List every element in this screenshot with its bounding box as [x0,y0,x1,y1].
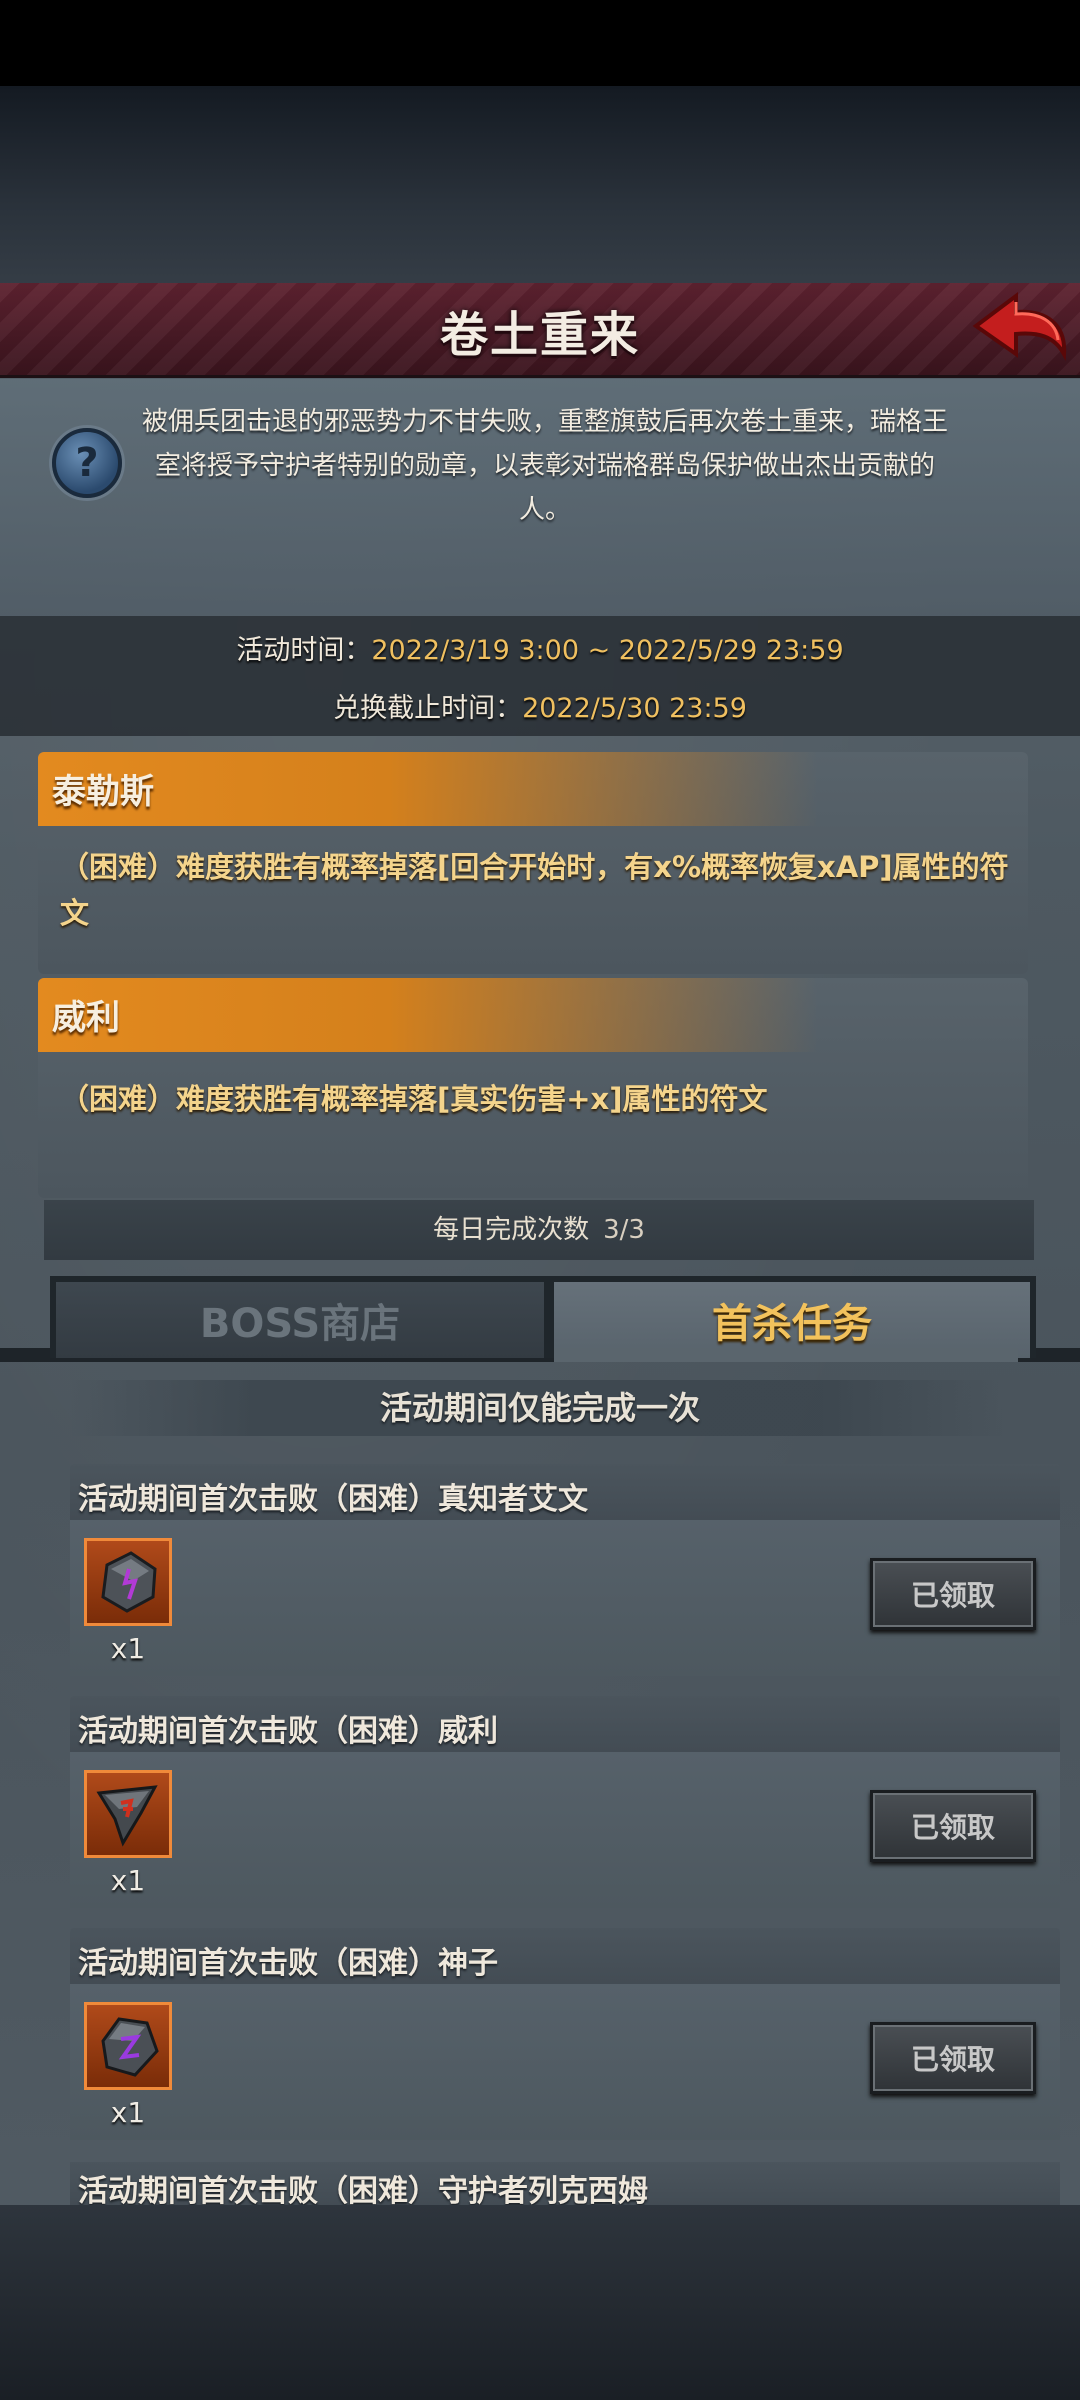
task-title-bar: 活动期间首次击败（困难）神子 [70,1928,1060,1984]
event-time-value: 2022/3/19 3:00 ~ 2022/5/29 23:59 [371,635,844,666]
exchange-time-row: 兑换截止时间：2022/5/30 23:59 [0,686,1080,725]
reward-qty: x1 [110,1632,146,1665]
intro-text: 被佣兵团击退的邪恶势力不甘失败，重整旗鼓后再次卷土重来，瑞格王室将授予守护者特别… [141,407,948,525]
help-icon[interactable]: ? [52,428,122,498]
bottom-backdrop [0,2205,1080,2400]
boss-drop-desc: （困难）难度获胜有概率掉落[真实伤害+x]属性的符文 [60,1082,768,1116]
tab-label: 首杀任务 [712,1301,872,1347]
task-title: 活动期间首次击败（困难）守护者列克西姆 [78,2174,648,2205]
event-time-bar: 活动时间：2022/3/19 3:00 ~ 2022/5/29 23:59 兑换… [0,616,1080,736]
daily-count-value: 3/3 [603,1215,645,1245]
boss-card: 泰勒斯 （困难）难度获胜有概率掉落[回合开始时，有x%概率恢复xAP]属性的符文 [38,752,1028,974]
task-title: 活动期间首次击败（困难）真知者艾文 [78,1482,588,1517]
title-bar: 卷土重来 [0,283,1080,379]
reward-qty: x1 [110,1864,146,1897]
event-time-label: 活动时间： [236,635,372,666]
reward-qty: x1 [110,2096,146,2129]
reward-item-slot[interactable] [84,2002,172,2090]
daily-count-bar: 每日完成次数 3/3 [44,1200,1034,1260]
claimed-button[interactable]: 已领取 [870,1558,1036,1630]
boss-name-bar [38,978,818,1052]
back-button[interactable] [970,288,1070,370]
back-arrow-icon [972,292,1067,361]
boss-name-bar [38,752,818,826]
exchange-time-label: 兑换截止时间： [333,693,523,724]
tab-first-kill[interactable]: 首杀任务 [548,1276,1036,1358]
rune-stone-icon [101,2017,159,2077]
exchange-time-value: 2022/5/30 23:59 [522,693,747,724]
boss-name: 泰勒斯 [52,772,154,812]
task-title-bar: 活动期间首次击败（困难）真知者艾文 [70,1464,1060,1520]
reward-item-slot[interactable] [84,1770,172,1858]
task-body: x1 已领取 [70,1984,1060,2140]
boss-drop-desc: （困难）难度获胜有概率掉落[回合开始时，有x%概率恢复xAP]属性的符文 [60,850,1009,930]
task-title: 活动期间首次击败（困难）威利 [78,1714,498,1749]
boss-card: 威利 （困难）难度获胜有概率掉落[真实伤害+x]属性的符文 [38,978,1028,1198]
help-glyph: ? [75,440,99,486]
event-time-row: 活动时间：2022/3/19 3:00 ~ 2022/5/29 23:59 [0,628,1080,667]
boss-name: 威利 [52,998,120,1038]
task-card: 活动期间首次击败（困难）威利 x1 已领取 [70,1696,1060,1908]
daily-count-label: 每日完成次数 [433,1215,590,1245]
once-only-banner: 活动期间仅能完成一次 [70,1380,1010,1436]
task-card: 活动期间首次击败（困难）神子 x1 已领取 [70,1928,1060,2140]
reward-item-slot[interactable] [84,1538,172,1626]
active-tab-joint [554,1348,1018,1362]
task-title-bar: 活动期间首次击败（困难）威利 [70,1696,1060,1752]
task-body: x1 已领取 [70,1752,1060,1908]
claimed-button[interactable]: 已领取 [870,1790,1036,1862]
claimed-button[interactable]: 已领取 [870,2022,1036,2094]
task-title: 活动期间首次击败（困难）神子 [78,1946,498,1981]
task-card: 活动期间首次击败（困难）真知者艾文 x1 已领取 [70,1464,1060,1676]
task-body: x1 已领取 [70,1520,1060,1676]
tab-boss-shop[interactable]: BOSS商店 [50,1276,550,1358]
rune-shard-icon [96,1785,158,1847]
top-backdrop [0,86,1080,286]
page-title: 卷土重来 [439,307,640,363]
tab-label: BOSS商店 [199,1301,401,1347]
task-title-bar: 活动期间首次击败（困难）守护者列克西姆 [70,2162,1060,2205]
rune-stone-icon [101,1551,157,1613]
